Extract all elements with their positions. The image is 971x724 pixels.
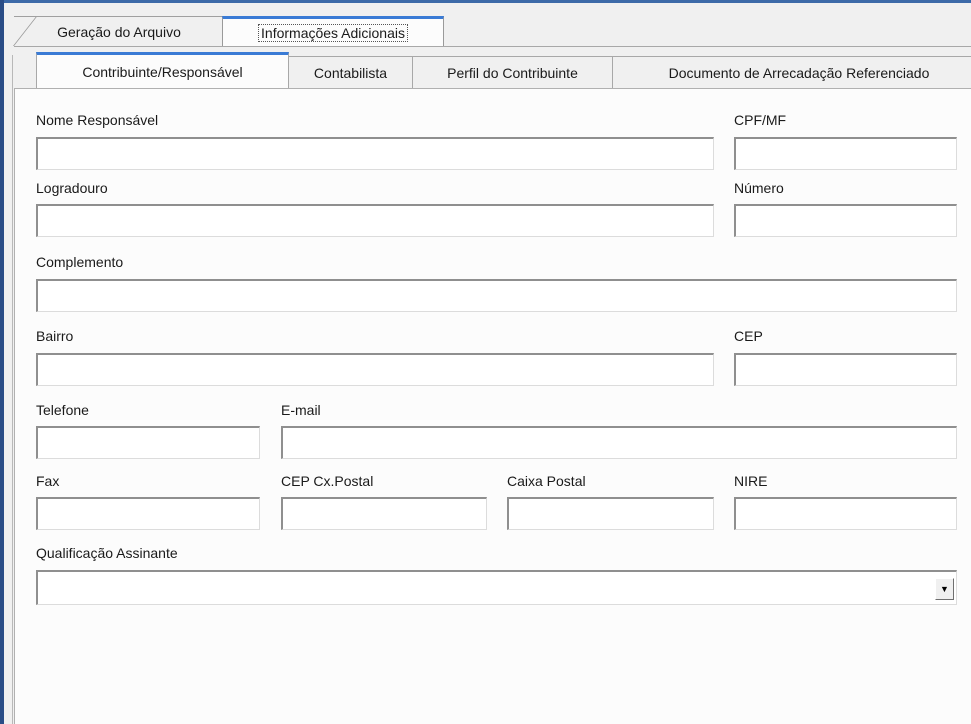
tab-informacoes-adicionais[interactable]: Informações Adicionais [222, 16, 444, 46]
numero-field[interactable] [734, 204, 957, 237]
tab-label: Geração do Arquivo [57, 23, 181, 40]
fax-field[interactable] [36, 497, 260, 530]
nire-field[interactable] [734, 497, 957, 530]
logradouro-label: Logradouro [36, 180, 108, 196]
window-frame-top [0, 0, 971, 3]
tab-label: Contribuinte/Responsável [82, 63, 243, 80]
cpf-mf-field[interactable] [734, 137, 957, 170]
email-field[interactable] [281, 426, 957, 459]
fax-label: Fax [36, 473, 60, 489]
cep-cx-postal-field[interactable] [281, 497, 487, 530]
cep-field[interactable] [734, 353, 957, 386]
outer-tab-strip: Geração do Arquivo Informações Adicionai… [13, 16, 454, 46]
complemento-label: Complemento [36, 254, 124, 270]
inner-tab-strip: Contribuinte/Responsável Contabilista Pe… [14, 52, 971, 88]
panel-border [12, 55, 13, 724]
tab-geracao-do-arquivo[interactable]: Geração do Arquivo [14, 16, 224, 46]
cep-label: CEP [734, 328, 763, 344]
telefone-field[interactable] [36, 426, 260, 459]
nire-label: NIRE [734, 473, 768, 489]
tab-label: Perfil do Contribuinte [447, 64, 578, 81]
caixa-postal-label: Caixa Postal [507, 473, 586, 489]
tab-label: Contabilista [313, 64, 388, 81]
nome-responsavel-field[interactable] [36, 137, 714, 170]
cep-cx-postal-label: CEP Cx.Postal [281, 473, 374, 489]
numero-label: Número [734, 180, 784, 196]
qualificacao-assinante-label: Qualificação Assinante [36, 545, 178, 561]
window-frame-left [0, 0, 4, 724]
chevron-down-icon: ▼ [940, 583, 949, 594]
complemento-field[interactable] [36, 279, 957, 312]
logradouro-field[interactable] [36, 204, 714, 237]
tab-contabilista[interactable]: Contabilista [289, 56, 413, 88]
cpf-mf-label: CPF/MF [734, 112, 787, 128]
tab-label: Documento de Arrecadação Referenciado [668, 64, 930, 81]
telefone-label: Telefone [36, 402, 89, 418]
qualificacao-assinante-value [42, 574, 952, 602]
bairro-label: Bairro [36, 328, 74, 344]
form-panel [14, 88, 971, 724]
tab-strip-divider [14, 46, 971, 47]
bairro-field[interactable] [36, 353, 714, 386]
tab-documento-de-arrecadacao[interactable]: Documento de Arrecadação Referenciado [613, 56, 971, 88]
dropdown-button[interactable]: ▼ [935, 578, 954, 600]
nome-responsavel-label: Nome Responsável [36, 112, 159, 128]
tab-perfil-do-contribuinte[interactable]: Perfil do Contribuinte [413, 56, 613, 88]
qualificacao-assinante-select[interactable]: ▼ [36, 570, 957, 605]
tab-label: Informações Adicionais [258, 23, 408, 42]
email-label: E-mail [281, 402, 321, 418]
tab-contribuinte-responsavel[interactable]: Contribuinte/Responsável [36, 52, 289, 88]
caixa-postal-field[interactable] [507, 497, 714, 530]
